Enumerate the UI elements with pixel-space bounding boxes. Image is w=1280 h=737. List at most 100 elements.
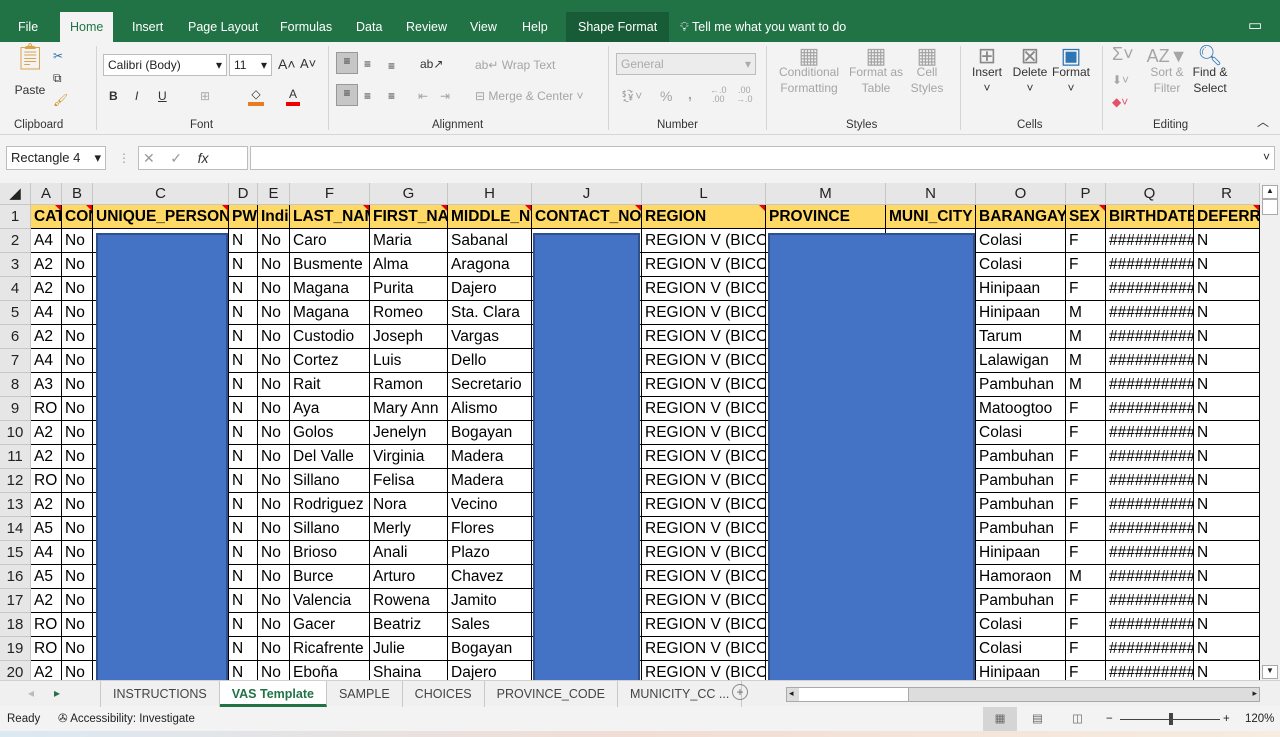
percent-button[interactable]: %	[660, 88, 672, 104]
table-cell[interactable]: F	[1066, 277, 1106, 301]
table-cell[interactable]: No	[258, 493, 290, 517]
table-cell[interactable]: RO	[31, 637, 62, 661]
table-cell[interactable]: Sillano	[290, 517, 370, 541]
table-cell[interactable]: F	[1066, 253, 1106, 277]
row-header[interactable]: 16	[0, 565, 31, 589]
column-header-b[interactable]: B	[62, 183, 93, 205]
table-cell[interactable]: Beatriz	[370, 613, 448, 637]
column-header-d[interactable]: D	[229, 183, 258, 205]
vertical-scrollbar[interactable]: ▲ ▼	[1260, 183, 1280, 680]
table-cell[interactable]: F	[1066, 637, 1106, 661]
row-header[interactable]: 9	[0, 397, 31, 421]
table-cell[interactable]: Burce	[290, 565, 370, 589]
sort-filter-button[interactable]: AZ▼ Sort & Filter	[1146, 47, 1188, 96]
decrease-indent-icon[interactable]: ⇤	[418, 88, 428, 104]
table-cell[interactable]: REGION V (BICO	[642, 445, 766, 469]
table-cell[interactable]: M	[1066, 349, 1106, 373]
table-cell[interactable]: Pambuhan	[976, 373, 1066, 397]
tab-review[interactable]: Review	[396, 12, 457, 42]
table-cell[interactable]: Felisa	[370, 469, 448, 493]
table-cell[interactable]: ##########	[1106, 565, 1194, 589]
table-cell[interactable]: ##########	[1106, 301, 1194, 325]
column-header-p[interactable]: P	[1066, 183, 1106, 205]
table-cell[interactable]: A4	[31, 229, 62, 253]
table-cell[interactable]: Golos	[290, 421, 370, 445]
table-cell[interactable]: Colasi	[976, 637, 1066, 661]
tab-insert[interactable]: Insert	[122, 12, 173, 42]
row-header[interactable]: 17	[0, 589, 31, 613]
table-cell[interactable]: Colasi	[976, 421, 1066, 445]
table-cell[interactable]: N	[1194, 613, 1260, 637]
collapse-ribbon-icon[interactable]: ︿	[1257, 114, 1269, 130]
column-header-q[interactable]: Q	[1106, 183, 1194, 205]
table-cell[interactable]: M	[1066, 301, 1106, 325]
table-cell[interactable]: Valencia	[290, 589, 370, 613]
table-cell[interactable]: N	[229, 253, 258, 277]
orientation-icon[interactable]: ab↗	[420, 56, 443, 72]
table-cell[interactable]: No	[62, 397, 93, 421]
page-layout-view-icon[interactable]: ▤	[1032, 707, 1043, 731]
table-cell[interactable]: Custodio	[290, 325, 370, 349]
table-cell[interactable]: Pambuhan	[976, 445, 1066, 469]
table-cell[interactable]: REGION V (BICO	[642, 637, 766, 661]
font-name-select[interactable]: Calibri (Body) ▾	[103, 54, 227, 76]
table-cell[interactable]: No	[258, 397, 290, 421]
table-cell[interactable]: Hamoraon	[976, 565, 1066, 589]
table-cell[interactable]: RO	[31, 469, 62, 493]
column-header-e[interactable]: E	[258, 183, 290, 205]
column-header-r[interactable]: R	[1194, 183, 1260, 205]
table-cell[interactable]: M	[1066, 373, 1106, 397]
table-cell[interactable]: Sabanal	[448, 229, 532, 253]
table-cell[interactable]: Rodriguez	[290, 493, 370, 517]
autosum-icon[interactable]: Σ˅	[1112, 45, 1134, 63]
format-cells-button[interactable]: ▣ Format ˅	[1050, 45, 1092, 96]
table-cell[interactable]: N	[1194, 541, 1260, 565]
increase-font-icon[interactable]: A˄	[278, 56, 296, 72]
table-cell[interactable]: No	[62, 541, 93, 565]
header-cell[interactable]: BARANGAY	[976, 205, 1066, 229]
tab-help[interactable]: Help	[512, 12, 558, 42]
table-cell[interactable]: N	[1194, 349, 1260, 373]
table-cell[interactable]: N	[1194, 469, 1260, 493]
table-cell[interactable]: A5	[31, 517, 62, 541]
table-cell[interactable]: F	[1066, 661, 1106, 680]
column-header-m[interactable]: M	[766, 183, 886, 205]
table-cell[interactable]: No	[62, 661, 93, 680]
table-cell[interactable]: No	[258, 541, 290, 565]
table-cell[interactable]: Chavez	[448, 565, 532, 589]
table-cell[interactable]: REGION V (BICO	[642, 613, 766, 637]
table-cell[interactable]: ##########	[1106, 493, 1194, 517]
table-cell[interactable]: N	[229, 493, 258, 517]
table-cell[interactable]: Busmente	[290, 253, 370, 277]
tab-home[interactable]: Home	[60, 12, 114, 42]
zoom-level[interactable]: 120%	[1245, 707, 1274, 731]
redaction-rectangle[interactable]	[96, 233, 228, 680]
table-cell[interactable]: Pambuhan	[976, 589, 1066, 613]
align-bottom-icon[interactable]: ≡	[388, 58, 395, 74]
table-cell[interactable]: ##########	[1106, 253, 1194, 277]
align-left-icon[interactable]: ≡	[336, 84, 358, 106]
table-cell[interactable]: N	[1194, 301, 1260, 325]
table-cell[interactable]: N	[229, 397, 258, 421]
table-cell[interactable]: N	[229, 349, 258, 373]
accessibility-status[interactable]: ✇ Accessibility: Investigate	[58, 707, 195, 731]
table-cell[interactable]: Hinipaan	[976, 301, 1066, 325]
table-cell[interactable]: A2	[31, 421, 62, 445]
table-cell[interactable]: No	[62, 637, 93, 661]
table-cell[interactable]: Vargas	[448, 325, 532, 349]
table-cell[interactable]: No	[258, 661, 290, 680]
name-box[interactable]: Rectangle 4 ▾	[6, 146, 106, 170]
header-cell[interactable]: REGION	[642, 205, 766, 229]
table-cell[interactable]: N	[1194, 445, 1260, 469]
table-cell[interactable]: M	[1066, 565, 1106, 589]
conditional-formatting-button[interactable]: ▦ Conditional Formatting	[774, 45, 844, 96]
sheet-tab[interactable]: MUNICITY_CC ...	[618, 681, 743, 707]
table-cell[interactable]: No	[62, 589, 93, 613]
table-cell[interactable]: Alismo	[448, 397, 532, 421]
table-cell[interactable]: Vecino	[448, 493, 532, 517]
row-header[interactable]: 19	[0, 637, 31, 661]
table-cell[interactable]: A2	[31, 277, 62, 301]
header-cell[interactable]: CON	[62, 205, 93, 229]
table-cell[interactable]: Magana	[290, 301, 370, 325]
add-sheet-icon[interactable]: +	[732, 684, 748, 700]
